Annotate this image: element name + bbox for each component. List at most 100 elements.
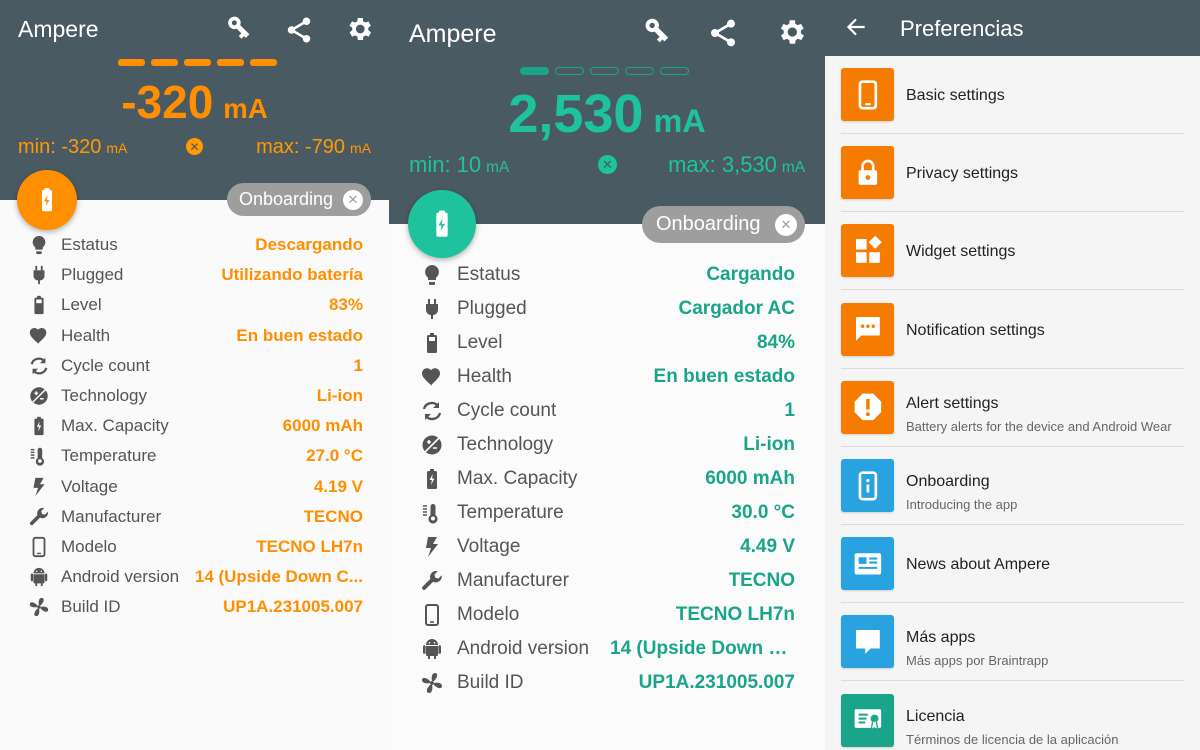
share-icon[interactable]	[707, 17, 739, 49]
battery-fab-button[interactable]	[17, 170, 77, 230]
row-value: 14 (Upside Down C...	[610, 638, 795, 659]
row-value: 1	[353, 355, 363, 375]
row-label: Voltage	[61, 476, 118, 496]
row-value: 83%	[328, 295, 363, 315]
preference-title: Onboarding	[906, 473, 990, 490]
list-item: Level 83%	[0, 290, 389, 320]
row-value: TECNO LH7n	[256, 537, 363, 556]
list-item: Health En buen estado	[0, 321, 389, 351]
battery-icon	[420, 331, 444, 355]
gear-icon[interactable]	[775, 16, 807, 48]
phone-icon	[420, 603, 444, 627]
preference-item[interactable]: Más apps Más apps por Braintrapp	[825, 603, 1200, 682]
app-title: Ampere	[18, 16, 99, 42]
row-label: Voltage	[457, 536, 521, 557]
close-icon[interactable]: ✕	[775, 213, 797, 236]
row-label: Build ID	[457, 672, 524, 693]
list-item: Cycle count 1	[0, 351, 389, 381]
list-item: Level 84%	[389, 326, 825, 360]
row-value: TECNO LH7n	[675, 604, 795, 625]
preference-item[interactable]: Alert settings Battery alerts for the dev…	[825, 369, 1200, 447]
row-value: 30.0 °C	[731, 502, 795, 523]
list-item: Voltage 4.49 V	[389, 530, 825, 564]
battery-fab-button[interactable]	[408, 190, 476, 258]
reset-minmax-button[interactable]: ✕	[598, 155, 617, 174]
row-value: 27.0 °C	[306, 446, 363, 466]
preference-item[interactable]: Licencia Términos de licencia de la aplic…	[825, 682, 1200, 750]
preference-item[interactable]: Onboarding Introducing the app	[825, 447, 1200, 525]
ampere-charging-screen: Ampere 2,530 mA min: 10 mA ✕ max: 3,530 mA …	[389, 0, 825, 750]
current-value: 2,530	[508, 84, 644, 144]
page-indicator	[118, 59, 277, 66]
list-item: Manufacturer TECNO	[0, 502, 389, 532]
current-unit: mA	[653, 103, 706, 139]
key-icon[interactable]	[222, 14, 252, 44]
voltage-icon	[28, 476, 50, 498]
android-icon	[420, 637, 444, 661]
lock-icon	[841, 146, 894, 200]
current-header: Ampere -320 mA min: -320 mA ✕ max: -790 mA	[0, 0, 389, 200]
row-label: Max. Capacity	[61, 416, 169, 436]
current-unit: mA	[223, 93, 268, 124]
row-label: Modelo	[61, 537, 117, 556]
list-item: Voltage 4.19 V	[0, 472, 389, 502]
row-value: 14 (Upside Down C...	[194, 567, 363, 587]
list-item: Technology Li-ion	[0, 381, 389, 411]
technology-icon	[420, 433, 444, 457]
row-value: 6000 mAh	[282, 416, 363, 436]
row-label: Plugged	[457, 298, 527, 319]
row-value: En buen estado	[653, 366, 795, 387]
row-label: Temperature	[61, 446, 157, 466]
row-label: Estatus	[457, 264, 521, 285]
onboarding-chip[interactable]: Onboarding ✕	[227, 183, 371, 216]
onboarding-chip[interactable]: Onboarding ✕	[642, 206, 805, 243]
preference-item[interactable]: Privacy settings	[825, 134, 1200, 213]
preference-item[interactable]: Notification settings	[825, 291, 1200, 369]
row-label: Android version	[457, 638, 590, 659]
list-item: Health En buen estado	[389, 360, 825, 394]
close-icon[interactable]: ✕	[343, 189, 363, 210]
phone-icon	[841, 68, 894, 121]
row-value: 4.19 V	[313, 476, 363, 496]
preference-title: Widget settings	[906, 243, 1016, 261]
row-value: Li-ion	[316, 386, 363, 405]
battery-charging-icon	[28, 415, 50, 437]
reset-minmax-button[interactable]: ✕	[186, 138, 203, 155]
row-label: Manufacturer	[61, 506, 162, 526]
key-icon[interactable]	[639, 16, 671, 48]
row-value: Cargador AC	[678, 298, 795, 319]
max-reading: max: 3,530 mA	[668, 152, 805, 177]
preferences-screen: Preferencias Basic settings Privacy setti…	[825, 0, 1200, 750]
min-reading: min: -320 mA	[18, 136, 128, 158]
preferences-header: Preferencias	[825, 0, 1200, 56]
preference-title: Notification settings	[906, 321, 1045, 339]
share-icon[interactable]	[284, 15, 314, 45]
row-label: Modelo	[457, 604, 520, 625]
row-label: Cycle count	[61, 355, 150, 375]
row-value: UP1A.231005.007	[638, 672, 795, 693]
wrench-icon	[28, 506, 50, 528]
preference-title: Privacy settings	[906, 165, 1019, 183]
cycle-icon	[28, 355, 50, 377]
preference-item[interactable]: Basic settings	[825, 56, 1200, 134]
preference-item[interactable]: News about Ampere	[825, 525, 1200, 604]
row-value: 4.49 V	[740, 536, 795, 557]
list-item: Estatus Cargando	[389, 258, 825, 292]
list-item: Build ID UP1A.231005.007	[0, 592, 389, 622]
wrench-icon	[420, 569, 444, 593]
info-phone-icon	[841, 459, 894, 512]
row-label: Level	[457, 332, 503, 353]
row-label: Temperature	[457, 502, 564, 523]
fan-icon	[28, 596, 50, 618]
technology-icon	[28, 385, 50, 407]
back-arrow-icon[interactable]	[843, 14, 869, 40]
fan-icon	[420, 671, 444, 695]
gear-icon[interactable]	[344, 14, 374, 44]
current-reading: 2,530 mA	[389, 83, 825, 145]
preference-item[interactable]: Widget settings	[825, 212, 1200, 291]
heart-icon	[420, 365, 444, 389]
list-item: Modelo TECNO LH7n	[0, 532, 389, 562]
row-value: Cargando	[706, 264, 795, 285]
list-item: Max. Capacity 6000 mAh	[389, 462, 825, 496]
row-label: Manufacturer	[457, 570, 569, 591]
